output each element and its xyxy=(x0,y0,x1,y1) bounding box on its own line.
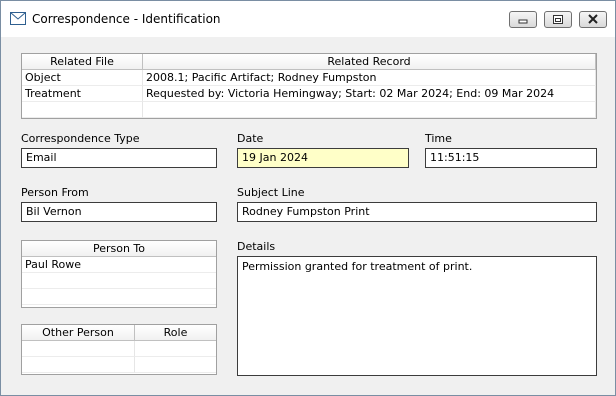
correspondence-window: Correspondence - Identification Related … xyxy=(0,0,616,396)
minimize-icon xyxy=(518,19,528,24)
details-label: Details xyxy=(237,240,276,253)
restore-icon xyxy=(553,15,563,24)
time-label: Time xyxy=(425,132,452,145)
table-cell-empty[interactable] xyxy=(143,102,596,118)
table-cell-person-to[interactable]: Paul Rowe xyxy=(22,257,216,273)
table-cell-empty[interactable] xyxy=(135,357,216,373)
table-cell-empty[interactable] xyxy=(135,341,216,357)
envelope-icon xyxy=(10,12,26,25)
date-label: Date xyxy=(237,132,264,145)
column-header-other-person[interactable]: Other Person xyxy=(22,325,135,341)
person-from-field[interactable]: Bil Vernon xyxy=(21,202,217,222)
table-cell-empty[interactable] xyxy=(22,273,216,289)
table-cell-related-record[interactable]: 2008.1; Pacific Artifact; Rodney Fumpsto… xyxy=(143,70,596,86)
table-cell-related-file[interactable]: Treatment xyxy=(22,86,143,102)
table-cell-related-record[interactable]: Requested by: Victoria Hemingway; Start:… xyxy=(143,86,596,102)
table-cell-empty[interactable] xyxy=(22,341,135,357)
column-header-related-record[interactable]: Related Record xyxy=(143,54,596,70)
table-cell-empty[interactable] xyxy=(22,357,135,373)
person-from-label: Person From xyxy=(21,186,89,199)
table-cell-related-file[interactable]: Object xyxy=(22,70,143,86)
minimize-button[interactable] xyxy=(509,11,537,28)
correspondence-type-label: Correspondence Type xyxy=(21,132,140,145)
details-field[interactable]: Permission granted for treatment of prin… xyxy=(237,256,597,376)
subject-line-field[interactable]: Rodney Fumpston Print xyxy=(237,202,597,222)
other-person-grid[interactable]: Other Person Role xyxy=(21,324,217,375)
window-title: Correspondence - Identification xyxy=(32,12,221,26)
close-button[interactable] xyxy=(579,11,607,28)
subject-line-label: Subject Line xyxy=(237,186,305,199)
column-header-person-to[interactable]: Person To xyxy=(22,241,216,257)
title-bar[interactable]: Correspondence - Identification xyxy=(1,1,615,37)
column-header-related-file[interactable]: Related File xyxy=(22,54,143,70)
date-field[interactable]: 19 Jan 2024 xyxy=(237,148,409,168)
form-content: Related File Related Record Object 2008.… xyxy=(1,37,615,395)
table-cell-empty[interactable] xyxy=(22,289,216,305)
column-header-role[interactable]: Role xyxy=(135,325,216,341)
table-cell-empty[interactable] xyxy=(22,102,143,118)
restore-button[interactable] xyxy=(544,11,572,28)
close-icon xyxy=(588,14,598,24)
time-field[interactable]: 11:51:15 xyxy=(425,148,597,168)
person-to-grid[interactable]: Person To Paul Rowe xyxy=(21,240,217,308)
related-records-grid[interactable]: Related File Related Record Object 2008.… xyxy=(21,53,597,119)
correspondence-type-field[interactable]: Email xyxy=(21,148,217,168)
